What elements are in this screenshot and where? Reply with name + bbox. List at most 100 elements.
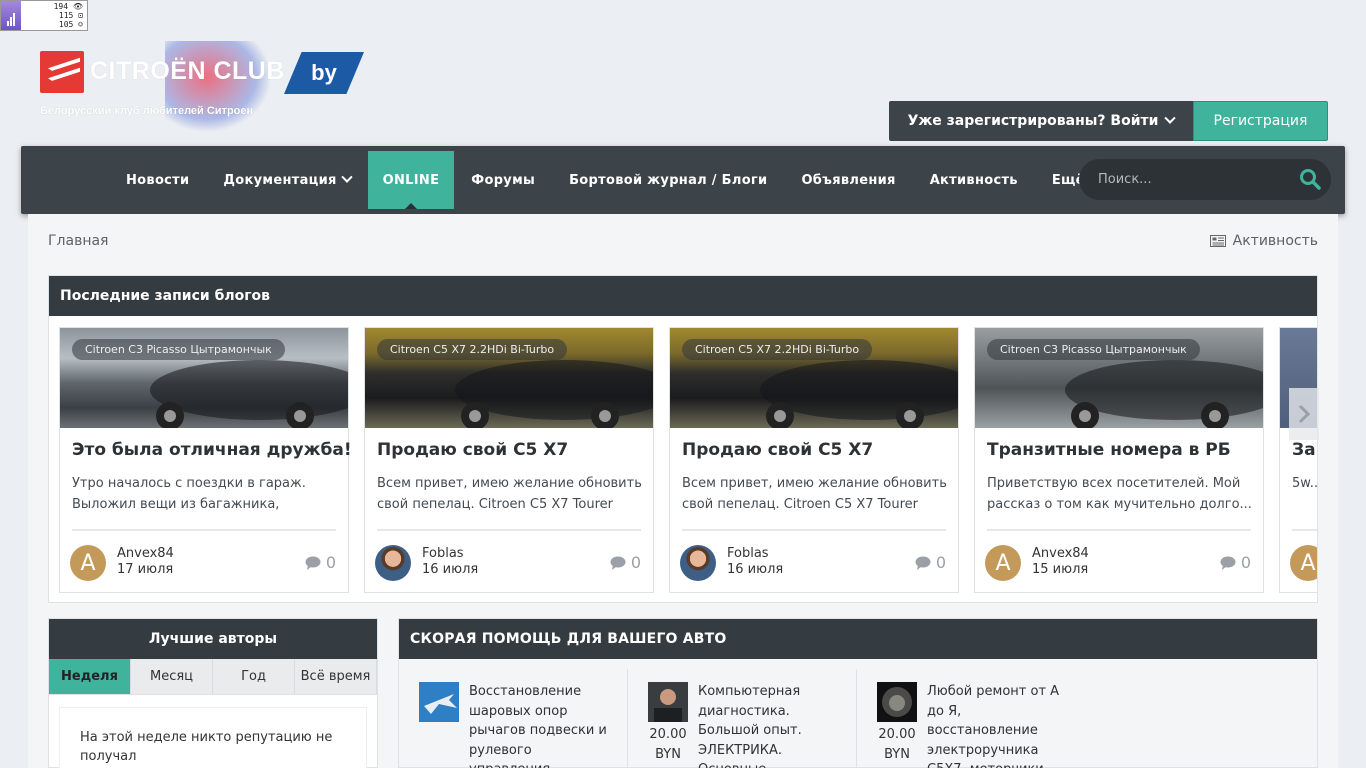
nav-item[interactable]: Новости	[109, 151, 206, 209]
counter-chart-icon	[1, 1, 21, 30]
nav-item[interactable]: Активность	[913, 151, 1035, 209]
counter-line: 115 ⊡	[58, 11, 83, 20]
blog-card-image[interactable]: Citroen C5 X7 2.2HDi Bi-Turbo	[365, 328, 653, 428]
register-button[interactable]: Регистрация	[1193, 101, 1328, 141]
blog-card-snippet: Приветствую всех посетителей. Мой расска…	[987, 476, 1252, 512]
authors-tab[interactable]: Неделя	[49, 659, 131, 694]
comment-count: 0	[1240, 553, 1251, 572]
search-box	[1079, 159, 1331, 200]
counter-line: 194 👁	[53, 2, 83, 11]
main-navigation: Новости Документация ONLINE Форумы Бортовой …	[21, 146, 1345, 214]
nav-item[interactable]: Документация	[206, 151, 367, 209]
logo-by: by	[284, 52, 364, 94]
help-ad-item[interactable]: 20.00 BYN Компьютерная диагностика. Больш…	[628, 669, 857, 768]
page-content: Главная Активность Последние записи блог…	[28, 214, 1338, 768]
logo-tagline: Белорусский клуб любителей Ситроен	[40, 105, 254, 117]
chevron-down-icon	[1164, 112, 1177, 124]
blog-card-author[interactable]: Foblas	[727, 546, 769, 561]
ad-title[interactable]: Восстановление шаровых опор рычагов подв…	[469, 682, 609, 768]
avatar[interactable]: A	[985, 545, 1021, 581]
blog-card[interactable]: За 5w... Це... A	[1279, 327, 1317, 593]
nav-item-label: Новости	[126, 172, 190, 188]
search-input[interactable]	[1098, 172, 1288, 187]
authors-empty-message: На этой неделе никто репутацию не получа…	[59, 707, 367, 768]
nav-item-label: Объявления	[801, 172, 896, 188]
blog-card[interactable]: Citroen C3 Picasso Цытрамончык Транзитные…	[974, 327, 1264, 593]
blog-card-divider	[987, 529, 1251, 531]
blog-card-image[interactable]: Citroen C3 Picasso Цытрамончык	[975, 328, 1263, 428]
authors-title: Лучшие авторы	[49, 619, 377, 659]
nav-item-label: Бортовой журнал / Блоги	[569, 172, 768, 188]
blog-card-divider	[1292, 529, 1317, 531]
blog-card-divider	[377, 529, 641, 531]
blog-card-date: 16 июля	[422, 562, 479, 577]
blog-card-comments[interactable]: 0	[305, 553, 336, 572]
blog-card-category[interactable]: Citroen C5 X7 2.2HDi Bi-Turbo	[682, 339, 873, 360]
blog-card-category[interactable]: Citroen C3 Picasso Цытрамончык	[987, 339, 1200, 360]
user-bar: Уже зарегистрированы? Войти Регистрация	[889, 101, 1328, 141]
authors-tab[interactable]: Всё время	[295, 659, 377, 694]
blog-card[interactable]: Citroen C5 X7 2.2HDi Bi-Turbo Продаю свой…	[364, 327, 654, 593]
blog-card-date: 17 июля	[117, 562, 174, 577]
nav-item-label: Документация	[223, 172, 337, 188]
nav-item-label: Форумы	[471, 172, 536, 188]
blog-card-author[interactable]: Foblas	[422, 546, 464, 561]
avatar[interactable]: A	[1290, 545, 1317, 581]
breadcrumb[interactable]: Главная	[48, 233, 108, 249]
authors-tab[interactable]: Год	[213, 659, 295, 694]
blog-card-author[interactable]: Anvex84	[1032, 546, 1089, 561]
blog-card-comments[interactable]: 0	[1220, 553, 1251, 572]
blog-card-title[interactable]: Транзитные номера в РБ	[987, 440, 1231, 460]
blog-card-author[interactable]: Anvex84	[117, 546, 174, 561]
blog-card-date: 15 июля	[1032, 562, 1089, 577]
blog-card-comments[interactable]: 0	[610, 553, 641, 572]
comment-icon	[1220, 556, 1236, 570]
avatar[interactable]	[375, 545, 411, 581]
avatar[interactable]	[680, 545, 716, 581]
logo-brand: CITROËN CLUB	[90, 57, 285, 85]
nav-item[interactable]: Бортовой журнал / Блоги	[552, 151, 784, 209]
blog-entries-block: Последние записи блогов Citroen C3 Picas…	[48, 275, 1319, 603]
authors-tabs: Неделя Месяц Год Всё время	[49, 659, 377, 695]
site-logo[interactable]: CITROËN CLUB by Белорусский клуб любител…	[40, 41, 370, 131]
ad-title[interactable]: Компьютерная диагностика. Большой опыт. …	[698, 682, 838, 768]
blog-card-title[interactable]: Это была отличная дружба!	[72, 440, 352, 460]
login-label: Уже зарегистрированы? Войти	[907, 113, 1159, 129]
help-ad-item[interactable]: Восстановление шаровых опор рычагов подв…	[399, 669, 628, 768]
newspaper-icon	[1209, 235, 1226, 247]
nav-item[interactable]: ONLINE	[367, 151, 455, 209]
avatar[interactable]: A	[70, 545, 106, 581]
blog-card[interactable]: Citroen C3 Picasso Цытрамончык Это была о…	[59, 327, 352, 593]
blog-card-category[interactable]: Citroen C5 X7 2.2HDi Bi-Turbo	[377, 339, 568, 360]
activity-link[interactable]: Активность	[1209, 233, 1318, 249]
ad-thumbnail[interactable]	[648, 682, 688, 722]
help-ad-item[interactable]: 20.00 BYN Любой ремонт от А до Я, восстан…	[857, 669, 1086, 768]
nav-item-label: Активность	[929, 172, 1018, 188]
authors-tab[interactable]: Месяц	[131, 659, 213, 694]
nav-item[interactable]: Объявления	[784, 151, 912, 209]
comment-count: 0	[935, 553, 946, 572]
carousel-next-button[interactable]	[1289, 388, 1319, 440]
blog-card[interactable]: Citroen C5 X7 2.2HDi Bi-Turbo Продаю свой…	[669, 327, 959, 593]
blog-card-comments[interactable]: 0	[915, 553, 946, 572]
ad-thumbnail[interactable]	[877, 682, 917, 722]
blog-card-category[interactable]: Citroen C3 Picasso Цытрамончык	[72, 339, 285, 360]
blog-card-snippet: 5w... Це...	[1292, 476, 1317, 491]
blog-card-title[interactable]: За	[1292, 440, 1316, 460]
nav-item-label: ONLINE	[382, 172, 440, 188]
help-ads-block: СКОРАЯ ПОМОЩЬ ДЛЯ ВАШЕГО АВТО Восстановл…	[398, 618, 1318, 768]
login-button[interactable]: Уже зарегистрированы? Войти	[889, 101, 1193, 141]
blog-card-snippet: Всем привет, имею желание обновить свой …	[377, 476, 642, 512]
blog-card-image[interactable]: Citroen C3 Picasso Цытрамончык	[60, 328, 348, 428]
blog-card-title[interactable]: Продаю свой C5 X7	[682, 440, 873, 460]
blog-card-image[interactable]: Citroen C5 X7 2.2HDi Bi-Turbo	[670, 328, 958, 428]
comment-icon	[610, 556, 626, 570]
comment-count: 0	[325, 553, 336, 572]
blog-card-title[interactable]: Продаю свой C5 X7	[377, 440, 568, 460]
counter-line: 105 ☺	[58, 20, 83, 29]
search-icon[interactable]	[1299, 168, 1321, 190]
visitor-counter[interactable]: 194 👁 115 ⊡ 105 ☺	[0, 0, 88, 31]
ad-thumbnail[interactable]	[419, 682, 459, 722]
nav-item[interactable]: Форумы	[454, 151, 552, 209]
ad-title[interactable]: Любой ремонт от А до Я, восстановление э…	[927, 682, 1067, 768]
